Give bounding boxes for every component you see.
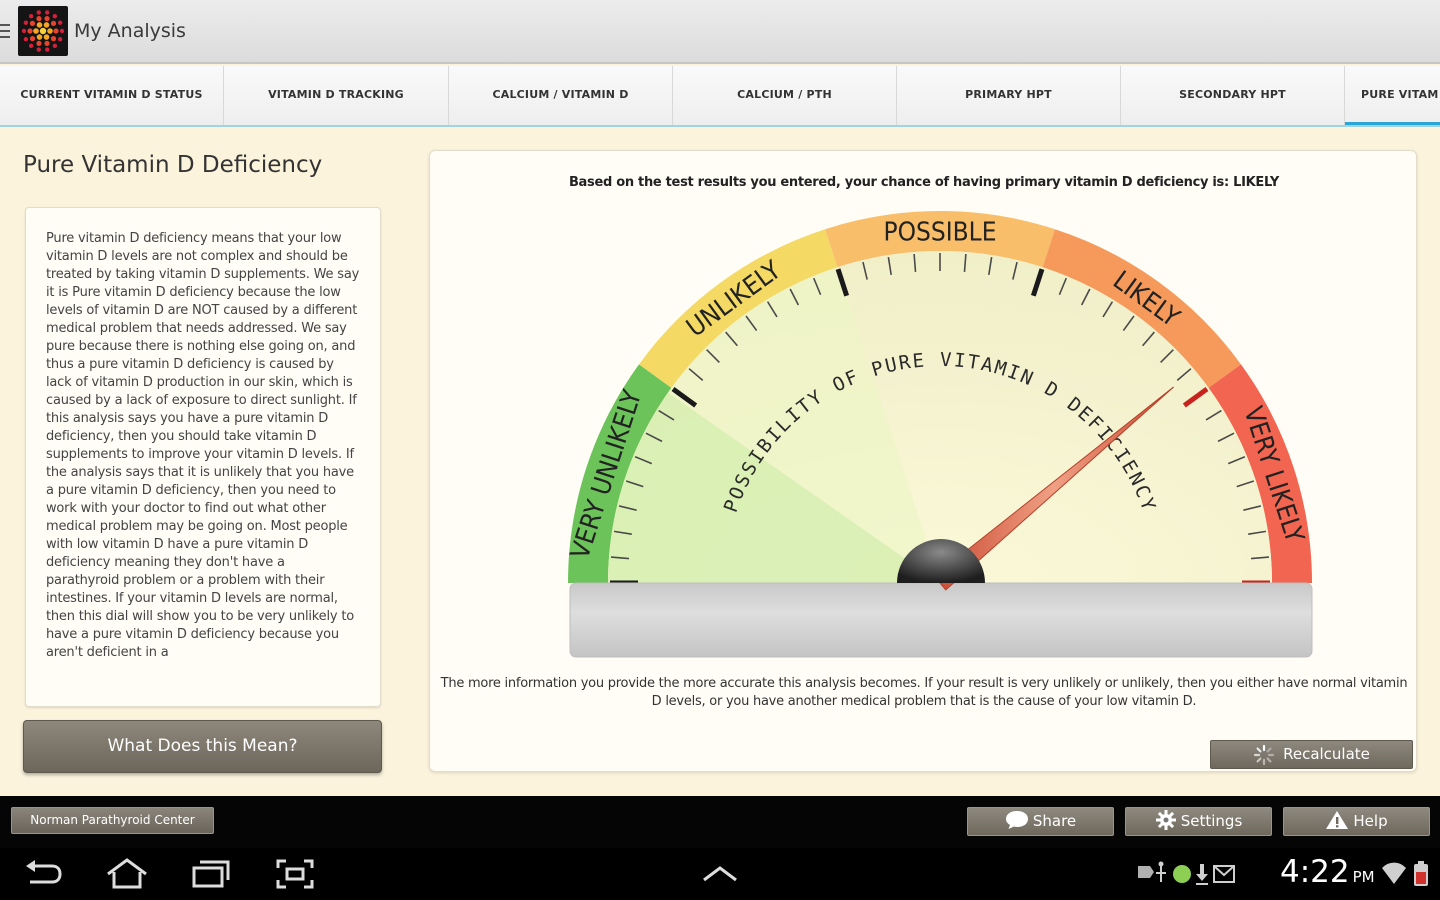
tab-vitamin-d-tracking[interactable]: VITAMIN D TRACKING	[224, 66, 449, 126]
what-does-this-mean-button[interactable]: What Does this Mean?	[23, 720, 382, 773]
bottom-action-bar: Norman Parathyroid Center Share Settings…	[0, 796, 1440, 848]
tab-calcium-pth[interactable]: CALCIUM / PTH	[673, 66, 897, 126]
description-box[interactable]: Pure vitamin D deficiency means that you…	[25, 207, 381, 707]
tab-current-vitamin-d-status[interactable]: CURRENT VITAMIN D STATUS	[0, 66, 224, 126]
help-button[interactable]: Help	[1283, 807, 1430, 836]
clock-time: 4:22	[1280, 854, 1350, 890]
settings-label: Settings	[1180, 812, 1243, 830]
section-title: Pure Vitamin D Deficiency	[23, 152, 323, 178]
recalculate-button[interactable]: Recalculate	[1210, 740, 1413, 769]
screenshot-icon[interactable]	[274, 858, 316, 890]
help-label: Help	[1353, 812, 1388, 830]
gauge-dial: VERY UNLIKELYUNLIKELYPOSSIBLELIKELYVERY …	[565, 211, 1313, 658]
tab-divider	[0, 125, 1440, 127]
tab-calcium-vitamin-d[interactable]: CALCIUM / VITAMIN D	[449, 66, 673, 126]
tab-pure-vitamin-d[interactable]: PURE VITAM	[1345, 66, 1440, 126]
action-bar: My Analysis	[0, 0, 1440, 64]
status-icons	[1138, 861, 1235, 885]
tab-bar: CURRENT VITAMIN D STATUS VITAMIN D TRACK…	[0, 66, 1440, 126]
spinner-icon	[1253, 744, 1275, 766]
status-clock: 4:22 PM	[1280, 854, 1375, 890]
settings-button[interactable]: Settings	[1125, 807, 1272, 836]
gear-icon	[1155, 810, 1176, 830]
result-text: Based on the test results you entered, y…	[568, 175, 1280, 190]
clock-ampm: PM	[1352, 868, 1375, 886]
warning-icon	[1326, 811, 1349, 829]
wifi-battery-icons	[1382, 861, 1428, 886]
back-icon[interactable]	[22, 858, 64, 890]
norman-parathyroid-center-button[interactable]: Norman Parathyroid Center	[11, 807, 214, 834]
app-title: My Analysis	[74, 20, 186, 42]
gauge-panel: VERY UNLIKELY UNLIKELY POSSIBLE LIKELY VERY …	[429, 150, 1417, 772]
system-nav-bar: 4:22 PM	[0, 848, 1440, 900]
share-label: Share	[1032, 812, 1077, 830]
recalculate-label: Recalculate	[1283, 745, 1370, 763]
share-button[interactable]: Share	[967, 807, 1114, 836]
chevron-up-icon[interactable]	[700, 864, 740, 884]
gauge-label-possible: POSSIBLE	[884, 218, 997, 248]
tab-primary-hpt[interactable]: PRIMARY HPT	[897, 66, 1121, 126]
chat-bubble-icon	[1005, 811, 1028, 829]
recent-apps-icon[interactable]	[190, 858, 232, 890]
tab-secondary-hpt[interactable]: SECONDARY HPT	[1121, 66, 1345, 126]
info-text: The more information you provide the mor…	[440, 676, 1408, 709]
gauge-base	[569, 582, 1313, 658]
description-text: Pure vitamin D deficiency means that you…	[46, 231, 360, 660]
home-icon[interactable]	[104, 858, 150, 890]
sunburst-logo-icon[interactable]	[18, 6, 68, 56]
drawer-indicator-icon[interactable]	[0, 24, 10, 40]
